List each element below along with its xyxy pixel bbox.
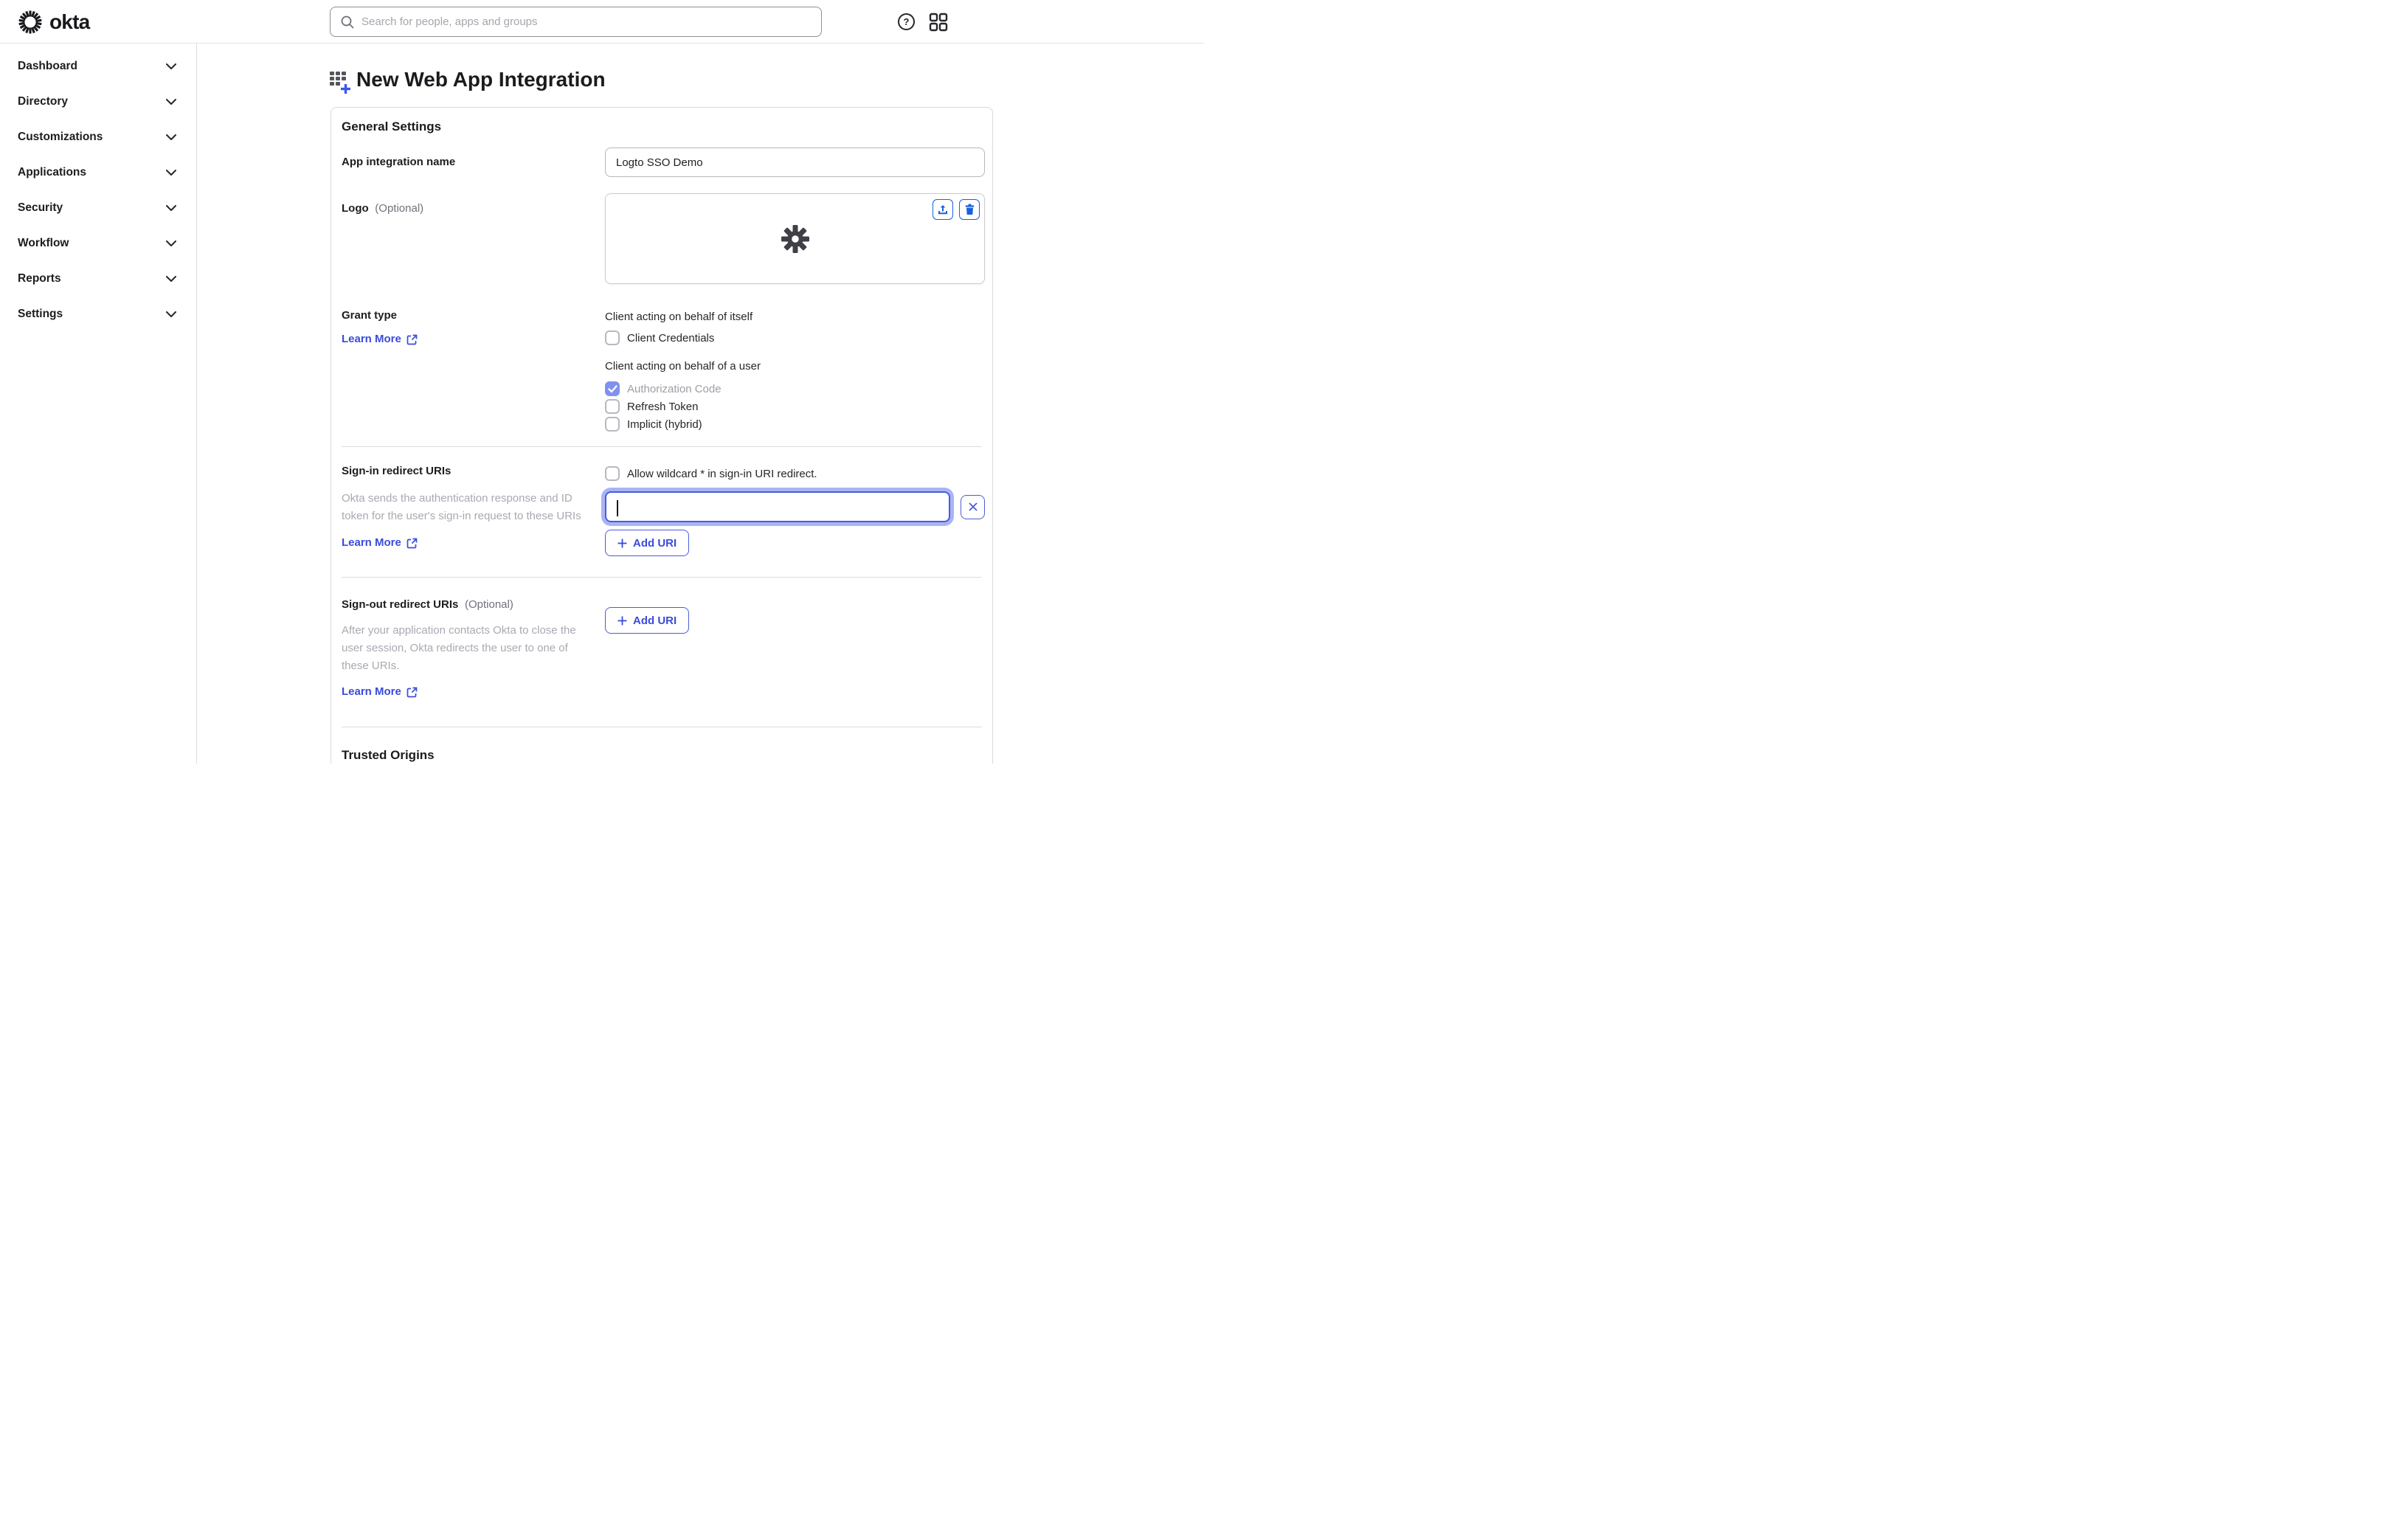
okta-wordmark: okta [49, 10, 90, 33]
chevron-down-icon [166, 311, 176, 317]
checkbox-refresh-token[interactable] [605, 399, 620, 414]
chevron-down-icon [166, 276, 176, 282]
gear-icon [781, 224, 809, 253]
sidebar-item-directory[interactable]: Directory [0, 84, 196, 120]
signin-helper-text: Okta sends the authentication response a… [342, 492, 581, 522]
chevron-down-icon [166, 134, 176, 140]
chevron-down-icon [166, 99, 176, 105]
global-search[interactable] [330, 7, 822, 37]
heading-general-settings: General Settings [342, 120, 442, 134]
grant-option-implicit-hybrid: Implicit (hybrid) [605, 415, 985, 433]
app-name-row: App integration name [342, 148, 985, 177]
signin-uri-input[interactable] [605, 491, 950, 522]
sidebar-item-reports[interactable]: Reports [0, 261, 196, 297]
signout-learn-more-link[interactable]: Learn More [342, 685, 418, 699]
signin-redirect-label: Sign-in redirect URIs [342, 465, 452, 477]
okta-admin-screen: okta ? [0, 0, 1204, 764]
grant-option-refresh-token: Refresh Token [605, 398, 985, 415]
sidebar-item-settings[interactable]: Settings [0, 297, 196, 332]
external-link-icon [406, 687, 418, 697]
sidebar-nav: Dashboard Directory Customizations Appli… [0, 44, 197, 764]
okta-starburst-icon [18, 10, 42, 33]
page-title-row: New Web App Integration [330, 68, 606, 94]
close-icon [968, 502, 978, 511]
grant-type-row: Grant type Learn More Client acting on b… [342, 309, 982, 433]
upload-icon [938, 205, 947, 215]
sidebar-item-dashboard[interactable]: Dashboard [0, 49, 196, 84]
new-app-icon [330, 71, 350, 94]
section-divider [342, 577, 982, 578]
chevron-down-icon [166, 63, 176, 69]
top-bar: okta ? [0, 0, 1204, 44]
signout-redirect-label: Sign-out redirect URIs [342, 598, 459, 611]
general-settings-card: General Settings App integration name Lo… [331, 107, 993, 764]
signin-add-uri-button[interactable]: Add URI [605, 530, 690, 556]
plus-icon [341, 83, 350, 94]
sidebar-item-customizations[interactable]: Customizations [0, 120, 196, 155]
app-integration-name-input[interactable] [605, 148, 985, 177]
external-link-icon [406, 538, 418, 548]
grant-group-user-title: Client acting on behalf of a user [605, 360, 761, 373]
logo-row: Logo (Optional) [342, 193, 985, 284]
signout-add-uri-button[interactable]: Add URI [605, 607, 690, 634]
chevron-down-icon [166, 240, 176, 246]
sidebar-item-security[interactable]: Security [0, 190, 196, 226]
logo-label: Logo [342, 202, 369, 215]
grant-option-authorization-code: Authorization Code [605, 380, 985, 398]
wildcard-option: Allow wildcard * in sign-in URI redirect… [605, 465, 985, 482]
plus-icon [617, 539, 627, 547]
check-icon [607, 384, 617, 392]
plus-icon [617, 616, 627, 625]
trash-icon [965, 204, 974, 215]
upload-logo-button[interactable] [933, 199, 953, 220]
grant-type-learn-more-link[interactable]: Learn More [342, 332, 418, 347]
checkbox-client-credentials[interactable] [605, 330, 620, 345]
svg-text:?: ? [904, 16, 910, 27]
checkbox-authorization-code [605, 381, 620, 396]
text-caret [617, 500, 618, 516]
delete-logo-button[interactable] [959, 199, 980, 220]
grant-group-itself-title: Client acting on behalf of itself [605, 311, 753, 323]
logo-preview [605, 193, 985, 284]
sidebar-item-applications[interactable]: Applications [0, 155, 196, 190]
signin-redirect-row: Sign-in redirect URIs Okta sends the aut… [342, 465, 985, 556]
okta-logo[interactable]: okta [18, 0, 90, 44]
chevron-down-icon [166, 170, 176, 176]
help-icon: ? [898, 13, 915, 30]
apps-grid-icon [929, 13, 948, 31]
signout-helper-text: After your application contacts Okta to … [342, 624, 576, 672]
signout-redirect-row: Sign-out redirect URIs (Optional) After … [342, 598, 982, 699]
clear-uri-button[interactable] [961, 494, 985, 519]
apps-grid-button[interactable] [929, 13, 948, 32]
section-divider [342, 446, 982, 447]
help-button[interactable]: ? [897, 13, 916, 31]
chevron-down-icon [166, 205, 176, 211]
heading-trusted-origins: Trusted Origins [342, 748, 435, 762]
grant-type-label: Grant type [342, 309, 398, 322]
header-icons: ? [897, 0, 948, 44]
grant-option-client-credentials: Client Credentials [605, 329, 985, 347]
search-icon [341, 15, 354, 29]
app-integration-name-label: App integration name [342, 156, 456, 168]
sidebar-item-workflow[interactable]: Workflow [0, 226, 196, 261]
checkbox-implicit-hybrid[interactable] [605, 417, 620, 432]
wildcard-checkbox[interactable] [605, 466, 620, 481]
external-link-icon [406, 334, 418, 344]
signin-learn-more-link[interactable]: Learn More [342, 536, 418, 550]
search-input[interactable] [361, 15, 812, 28]
page-title: New Web App Integration [356, 68, 606, 91]
